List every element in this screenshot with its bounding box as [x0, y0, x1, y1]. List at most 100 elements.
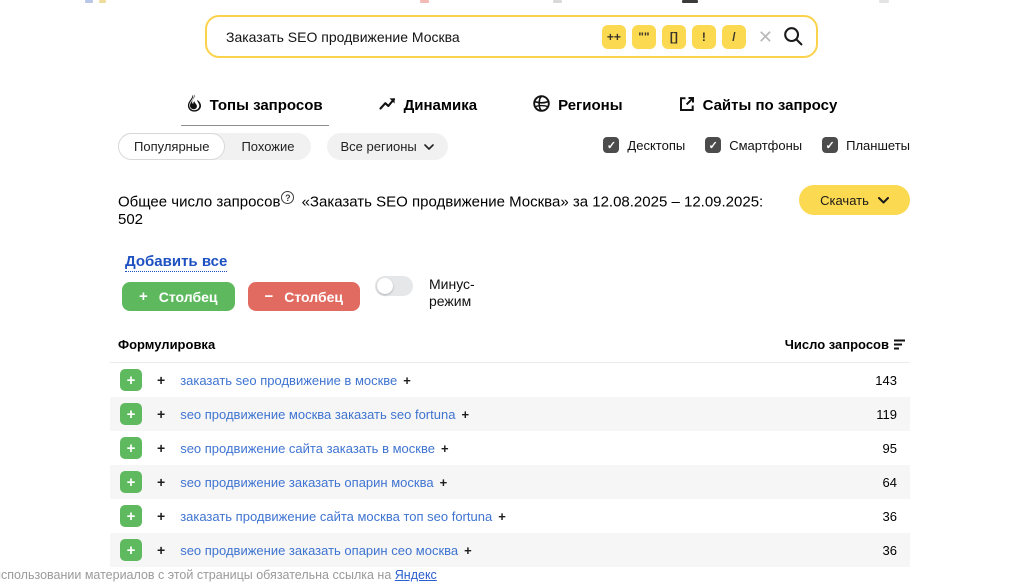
tab-label: Сайты по запросу: [703, 97, 838, 114]
checkbox-label: Планшеты: [846, 138, 910, 153]
yandex-link[interactable]: Яндекс: [395, 568, 437, 582]
checkbox-tablets[interactable]: ✓ Планшеты: [822, 137, 910, 153]
plus-icon[interactable]: +: [157, 542, 165, 558]
column-header-count[interactable]: Число запросов: [785, 337, 906, 352]
download-label: Скачать: [820, 193, 869, 208]
chevron-down-icon: [878, 197, 889, 204]
query-link[interactable]: seo продвижение сайта заказать в москве: [180, 441, 435, 456]
summary-prefix: Общее число запросов: [118, 194, 280, 211]
cropped-favicon: [553, 0, 562, 3]
search-bar: ++ "" [] ! / ✕: [205, 15, 818, 58]
help-icon[interactable]: ?: [281, 191, 294, 204]
add-column-button[interactable]: + Столбец: [122, 282, 235, 311]
download-button[interactable]: Скачать: [799, 185, 910, 215]
add-query-button[interactable]: +: [120, 539, 142, 561]
append-plus-icon[interactable]: +: [440, 475, 448, 490]
count-header-label: Число запросов: [785, 337, 889, 352]
chip-popular[interactable]: Популярные: [118, 133, 225, 160]
query-count: 95: [883, 441, 897, 456]
add-query-button[interactable]: +: [120, 369, 142, 391]
tab-sites-by-query[interactable]: Сайты по запросу: [673, 92, 844, 126]
add-all-link[interactable]: Добавить все: [125, 253, 227, 272]
operator-exclamation-button[interactable]: !: [692, 25, 716, 49]
tab-dynamics[interactable]: Динамика: [373, 92, 483, 126]
plus-icon[interactable]: +: [157, 508, 165, 524]
append-plus-icon[interactable]: +: [461, 407, 469, 422]
table-row: + + заказать продвижение сайта москва то…: [110, 499, 910, 533]
query-count: 119: [876, 407, 897, 422]
checkbox-desktops[interactable]: ✓ Десктопы: [603, 137, 685, 153]
cropped-browser-strip: [0, 0, 1024, 8]
query-link[interactable]: seo продвижение москва заказать seo fort…: [180, 407, 455, 422]
append-plus-icon[interactable]: +: [464, 543, 472, 558]
query-link[interactable]: заказать seo продвижение в москве: [180, 373, 397, 388]
minus-icon: −: [265, 288, 274, 305]
append-plus-icon[interactable]: +: [441, 441, 449, 456]
tab-top-queries[interactable]: Топы запросов: [181, 92, 329, 126]
plus-icon[interactable]: +: [157, 406, 165, 422]
clear-search-icon[interactable]: ✕: [758, 28, 773, 46]
add-query-button[interactable]: +: [120, 505, 142, 527]
add-query-button[interactable]: +: [120, 471, 142, 493]
minus-mode-control: Минус- режим: [375, 276, 475, 310]
toggle-knob: [377, 278, 393, 294]
fire-icon: [187, 94, 202, 116]
search-input[interactable]: [224, 28, 602, 46]
cropped-favicon: [85, 0, 93, 3]
cropped-favicon: [420, 0, 429, 3]
tab-label: Топы запросов: [210, 97, 323, 114]
wordstat-page: ++ "" [] ! / ✕ Топы запросов: [0, 0, 1024, 581]
footer-text: использовании материалов с этой страницы…: [0, 568, 395, 582]
query-link[interactable]: заказать продвижение сайта москва топ se…: [180, 509, 492, 524]
trend-up-icon: [379, 96, 396, 115]
filter-chips: Популярные Похожие Все регионы: [118, 133, 448, 160]
operator-quotes-button[interactable]: "": [632, 25, 656, 49]
tab-regions[interactable]: Регионы: [527, 92, 628, 126]
remove-column-button[interactable]: − Столбец: [248, 282, 361, 311]
total-queries-summary: Общее число запросов? «Заказать SEO прод…: [118, 191, 788, 228]
regions-dropdown[interactable]: Все регионы: [327, 133, 448, 160]
minus-mode-toggle[interactable]: [375, 276, 413, 296]
query-type-segmented-control: Популярные Похожие: [118, 133, 311, 160]
column-controls: + Столбец − Столбец Минус- режим: [122, 282, 475, 311]
operator-brackets-button[interactable]: []: [662, 25, 686, 49]
plus-icon[interactable]: +: [157, 372, 165, 388]
table-row: + + seo продвижение сайта заказать в мос…: [110, 431, 910, 465]
append-plus-icon[interactable]: +: [498, 509, 506, 524]
chevron-down-icon: [424, 144, 434, 150]
checkbox-label: Десктопы: [627, 138, 685, 153]
table-row: + + seo продвижение заказать опарин моск…: [110, 465, 910, 499]
checkbox-label: Смартфоны: [729, 138, 802, 153]
checkbox-smartphones[interactable]: ✓ Смартфоны: [705, 137, 802, 153]
remove-column-label: Столбец: [284, 289, 343, 305]
add-query-button[interactable]: +: [120, 437, 142, 459]
external-link-icon: [679, 96, 695, 116]
query-link[interactable]: seo продвижение заказать опарин сео моск…: [180, 543, 458, 558]
cropped-favicon: [682, 0, 698, 3]
tab-label: Динамика: [404, 97, 477, 114]
cropped-favicon: [879, 0, 889, 3]
query-link[interactable]: seo продвижение заказать опарин москва: [180, 475, 433, 490]
operator-plusplus-button[interactable]: ++: [602, 25, 626, 49]
tabs-bar: Топы запросов Динамика Регионы: [0, 92, 1024, 126]
plus-icon[interactable]: +: [157, 474, 165, 490]
chip-similar[interactable]: Похожие: [225, 133, 310, 160]
append-plus-icon[interactable]: +: [403, 373, 411, 388]
query-count: 143: [875, 373, 897, 388]
search-icon[interactable]: [783, 26, 804, 47]
table-row: + + заказать seo продвижение в москве + …: [110, 363, 910, 397]
table-header: Формулировка Число запросов: [110, 331, 910, 363]
query-count: 36: [883, 509, 897, 524]
table-row: + + seo продвижение москва заказать seo …: [110, 397, 910, 431]
checkbox-checked-icon: ✓: [822, 137, 838, 153]
globe-icon: [533, 95, 550, 116]
plus-icon: +: [139, 288, 148, 305]
add-query-button[interactable]: +: [120, 403, 142, 425]
plus-icon[interactable]: +: [157, 440, 165, 456]
regions-dropdown-label: Все регионы: [341, 139, 417, 154]
device-filters: ✓ Десктопы ✓ Смартфоны ✓ Планшеты: [603, 137, 910, 153]
operator-slash-button[interactable]: /: [722, 25, 746, 49]
column-header-query: Формулировка: [118, 337, 215, 352]
copyright-footer: использовании материалов с этой страницы…: [0, 568, 437, 582]
queries-table: Формулировка Число запросов + + заказать…: [110, 331, 910, 567]
